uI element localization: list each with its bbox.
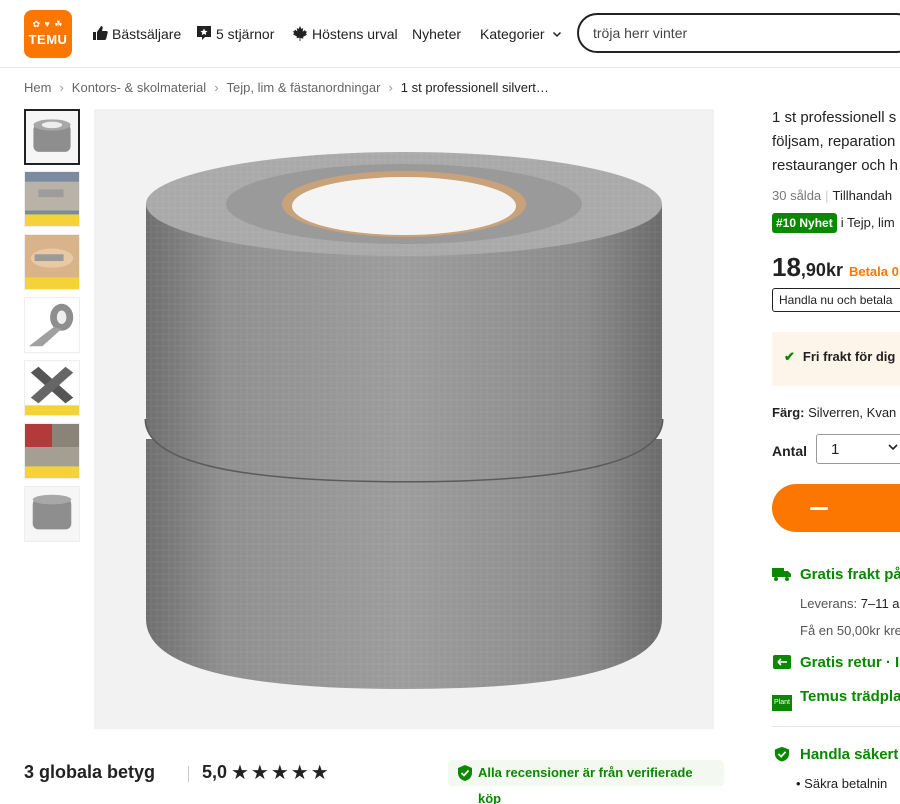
- tree-planting-row[interactable]: Plant Temus trädpla: [772, 688, 900, 711]
- nav-five-stars[interactable]: 5 stjärnor: [196, 24, 274, 44]
- rank-category: i Tejp, lim: [840, 215, 895, 230]
- nav-news[interactable]: Nyheter: [412, 24, 461, 44]
- quantity-value: 1: [831, 441, 840, 458]
- safe-shopping-row[interactable]: Handla säkert: [772, 746, 898, 763]
- top-header: ✿ ♥ ☘ TEMU Bästsäljare 5 stjärnor Hösten…: [0, 0, 900, 68]
- thumbnail-cross-tape[interactable]: [24, 360, 80, 416]
- chevron-down-icon: [888, 444, 898, 451]
- logo-glyphs: ✿ ♥ ☘: [32, 19, 64, 29]
- breadcrumb-home[interactable]: Hem: [24, 80, 51, 95]
- rating-summary: 3 globala betyg 5,0 ★★★★★ Alla recension…: [24, 760, 724, 804]
- safe-payment-bullet: • Säkra betalnin: [796, 776, 888, 791]
- delivery-label: Leverans:: [800, 596, 858, 611]
- thumbnail-tape-roll[interactable]: [24, 109, 80, 165]
- divider: [772, 726, 900, 727]
- verified-reviews-label: Alla recensioner är från verifierade köp: [478, 765, 693, 804]
- verified-reviews-badge: Alla recensioner är från verifierade köp: [448, 760, 724, 804]
- star-rating-icon: ★★★★★: [231, 762, 331, 784]
- thumbnail-tape-roll-2[interactable]: [24, 486, 80, 542]
- free-return-title: Gratis retur · I: [800, 654, 900, 671]
- return-icon: [773, 655, 791, 669]
- breadcrumb-tape[interactable]: Tejp, lim & fästanordningar: [227, 80, 381, 95]
- nav-bestsellers[interactable]: Bästsäljare: [92, 24, 181, 44]
- product-info-panel: 1 st professionell s följsam, reparation…: [772, 106, 900, 804]
- thumbnail-applications[interactable]: [24, 423, 80, 479]
- chevron-down-icon: [553, 31, 562, 38]
- nav-news-label: Nyheter: [412, 26, 462, 42]
- shield-check-icon: [458, 765, 472, 781]
- product-title-line: restauranger och h: [772, 157, 898, 174]
- minus-icon: [810, 507, 828, 510]
- shield-check-icon: [774, 746, 790, 762]
- temu-logo[interactable]: ✿ ♥ ☘ TEMU: [24, 10, 72, 58]
- main-product-image[interactable]: [94, 109, 714, 729]
- add-to-cart-button[interactable]: [772, 484, 900, 532]
- safe-shopping-title: Handla säkert: [800, 746, 899, 763]
- sold-count: 30 sålda: [772, 188, 822, 203]
- free-return-row[interactable]: Gratis retur · I: [772, 654, 899, 671]
- search-input[interactable]: tröja herr vinter: [577, 13, 900, 53]
- rank-badge: #10 Nyhet: [772, 213, 837, 233]
- color-label: Färg:: [772, 405, 805, 420]
- maple-leaf-icon: [293, 26, 307, 41]
- rating-score: 5,0: [202, 762, 228, 782]
- nav-five-stars-label: 5 stjärnor: [216, 26, 275, 42]
- color-value: Silverren, Kvan: [808, 405, 897, 420]
- installment-box[interactable]: Handla nu och betala: [772, 288, 900, 312]
- price: 18,90kr Betala 0: [772, 252, 899, 283]
- sales-info: 30 sålda | Tillhandah: [772, 188, 892, 203]
- plant-icon: Plant: [772, 695, 792, 711]
- breadcrumb-separator: ›: [59, 80, 64, 95]
- nav-categories[interactable]: Kategorier: [480, 24, 562, 44]
- search-input-value: tröja herr vinter: [593, 25, 688, 41]
- thumbs-up-icon: [93, 26, 108, 40]
- thumbnail-tape-strip[interactable]: [24, 297, 80, 353]
- breadcrumb: Hem › Kontors- & skolmaterial › Tejp, lim & …: [24, 80, 549, 95]
- product-title-line: 1 st professionell s: [772, 109, 897, 126]
- divider: [188, 766, 189, 782]
- ranking-info[interactable]: #10 Nyhet i Tejp, lim: [772, 213, 895, 233]
- nav-bestsellers-label: Bästsäljare: [112, 26, 182, 42]
- breadcrumb-separator: ›: [214, 80, 219, 95]
- nav-categories-label: Kategorier: [480, 26, 545, 42]
- nav-autumn-picks[interactable]: Höstens urval: [292, 24, 398, 44]
- logo-text: TEMU: [28, 32, 68, 47]
- credit-note: Få en 50,00kr kre: [800, 623, 900, 638]
- breadcrumb-office[interactable]: Kontors- & skolmaterial: [72, 80, 206, 95]
- price-decimal: ,90kr: [800, 260, 843, 280]
- rating-count[interactable]: 3 globala betyg: [24, 762, 155, 783]
- free-shipping-title: Gratis frakt på: [800, 566, 900, 583]
- truck-icon: [772, 568, 791, 581]
- free-shipping-label: Fri frakt för dig: [802, 349, 896, 364]
- breadcrumb-separator: ›: [388, 80, 393, 95]
- nav-autumn-picks-label: Höstens urval: [312, 26, 398, 42]
- delivery-value: 7–11 a: [860, 596, 900, 611]
- quantity-select[interactable]: 1: [816, 434, 900, 464]
- check-icon: ✔: [784, 349, 795, 364]
- free-shipping-banner: ✔ Fri frakt för dig: [772, 332, 900, 386]
- thumbnail-repair-use[interactable]: [24, 171, 80, 227]
- thumbnail-wrap-hand[interactable]: [24, 234, 80, 290]
- pay-label: Betala 0: [848, 264, 899, 279]
- tree-planting-title: Temus trädpla: [800, 688, 900, 705]
- quantity-label: Antal: [772, 443, 807, 459]
- divider: |: [825, 188, 829, 203]
- breadcrumb-current: 1 st professionell silvert…: [400, 80, 549, 95]
- price-integer: 18: [772, 252, 801, 282]
- delivery-info: Leverans: 7–11 a: [800, 596, 900, 611]
- color-selection: Färg: Silverren, Kvan: [772, 405, 896, 420]
- product-title: 1 st professionell s följsam, reparation…: [772, 106, 900, 178]
- supplied-by[interactable]: Tillhandah: [833, 188, 893, 203]
- product-title-line: följsam, reparation: [772, 133, 896, 150]
- free-shipping-row[interactable]: Gratis frakt på: [772, 566, 900, 583]
- star-badge-icon: [197, 26, 211, 40]
